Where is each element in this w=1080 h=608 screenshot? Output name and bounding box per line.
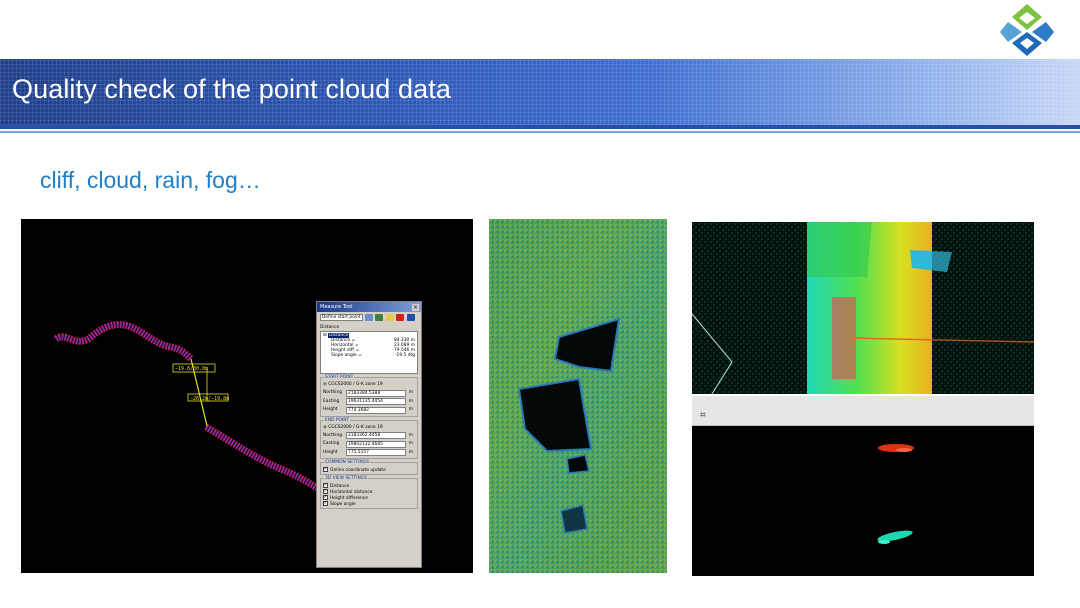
measure-toolbar: Define start point — [320, 314, 418, 323]
page-title: Quality check of the point cloud data — [12, 74, 451, 104]
subtitle: cliff, cloud, rain, fog… — [40, 167, 261, 193]
header-rule-thin — [0, 131, 1080, 133]
delete-icon[interactable] — [396, 314, 405, 321]
measure-tool-dialog: Measure Tool × Define start point Distan… — [316, 301, 422, 568]
cloud-pointcloud-image — [489, 219, 667, 573]
pick-point-icon[interactable] — [364, 314, 373, 321]
rain-pointcloud-image — [692, 222, 1034, 394]
measure-label-1: −19.8/30.0m — [175, 366, 208, 372]
online-update-checkbox[interactable] — [323, 466, 328, 472]
mode-select[interactable]: Define start point — [320, 314, 363, 321]
end-northing-field[interactable]: 2183362.4458 — [346, 432, 406, 440]
company-logo-icon — [1000, 4, 1054, 56]
start-northing-field[interactable]: 2183384.5388 — [346, 389, 406, 397]
fog-pointcloud-image: ⌗ — [692, 396, 1034, 576]
dialog-title-bar: Measure Tool × — [317, 302, 421, 312]
common-settings-title: COMMON SETTINGS — [324, 460, 370, 465]
view-settings-title: 3D VIEW SETTINGS — [324, 476, 368, 481]
common-settings-group: COMMON SETTINGS Online coordinate update — [320, 460, 418, 475]
measure-label-2: −26.2m/−19.8m — [190, 396, 229, 402]
list-header: Distance — [320, 325, 340, 330]
end-height-field[interactable]: 775.5157 — [346, 449, 406, 457]
view-settings-group: 3D VIEW SETTINGS Distance Horizontal dis… — [320, 476, 418, 509]
coord-system-row: ◉ CGCS2000 / G-K zone 19 — [323, 425, 415, 430]
settings-icon[interactable] — [406, 314, 415, 321]
viewer-toolbar: ⌗ — [692, 396, 1034, 426]
save-icon[interactable] — [375, 314, 384, 321]
coord-system-label: CGCS2000 / G-K zone 19 — [328, 382, 383, 387]
measure-results-list: ⊟ Distance Distance = 84.330 m Horizontal… — [320, 331, 418, 374]
slope-angle-checkbox[interactable] — [323, 500, 328, 506]
fog-pointcloud-render — [692, 426, 1034, 576]
dialog-title: Measure Tool — [320, 304, 353, 310]
start-point-group: START POINT ◉ CGCS2000 / G-K zone 19 Nor… — [320, 375, 418, 417]
end-easting-field[interactable]: 19802132.4685 — [346, 440, 406, 448]
crosshair-icon[interactable]: ⌗ — [700, 410, 706, 421]
start-height-field[interactable]: 774.3682 — [346, 406, 406, 414]
end-point-title: END POINT — [324, 417, 351, 423]
copy-icon[interactable] — [385, 314, 394, 321]
coord-system-label: CGCS2000 / G-K zone 19 — [328, 424, 383, 430]
start-point-title: START POINT — [324, 375, 355, 380]
online-update-label: Online coordinate update — [330, 468, 386, 473]
coord-system-row: ◉ CGCS2000 / G-K zone 19 — [323, 382, 415, 387]
header-rule — [0, 125, 1080, 129]
close-icon[interactable]: × — [412, 303, 419, 311]
rain-pointcloud-render — [692, 222, 1034, 394]
end-point-group: END POINT ◉ CGCS2000 / G-K zone 19 North… — [320, 417, 418, 459]
cloud-terrain-render — [489, 219, 667, 573]
start-easting-field[interactable]: 19631135.4454 — [346, 398, 406, 406]
